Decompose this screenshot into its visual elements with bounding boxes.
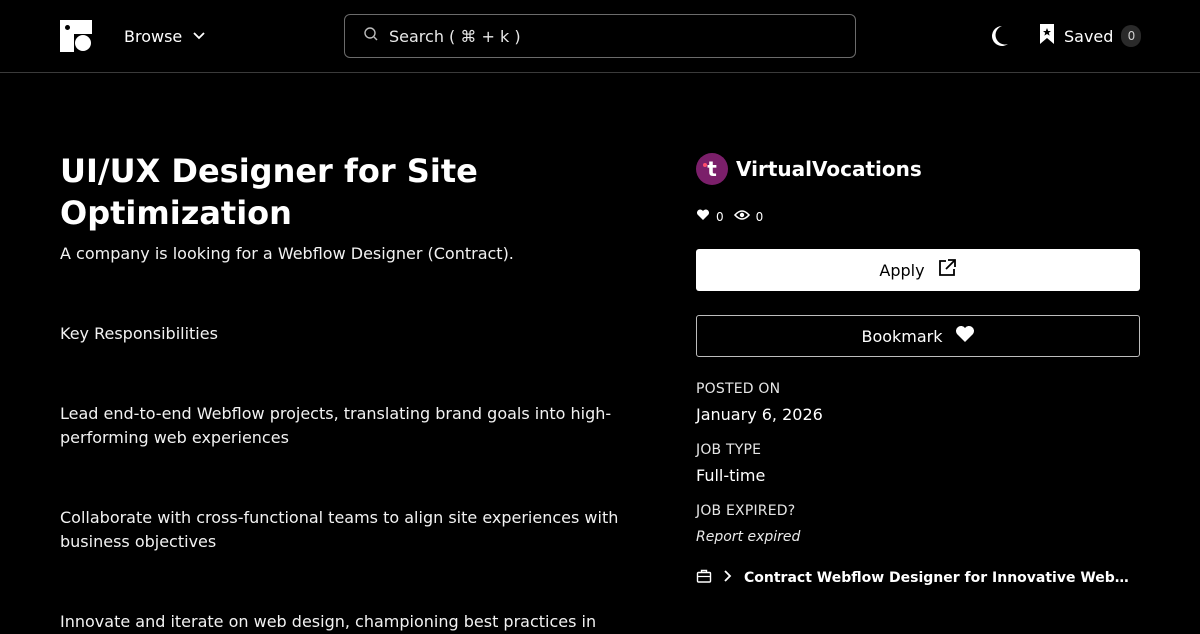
job-type-label: JOB TYPE <box>696 442 762 458</box>
heart-icon <box>955 325 975 347</box>
job-description: UI/UX Designer for Site Optimization A c… <box>60 150 630 634</box>
job-sidebar: t VirtualVocations 0 0 Apply Bookmark PO… <box>696 152 1140 587</box>
svg-text:t: t <box>707 157 717 181</box>
theme-toggle-button[interactable] <box>988 24 1010 48</box>
report-expired-link[interactable]: Report expired <box>696 529 1140 545</box>
saved-button[interactable]: Saved 0 <box>1038 22 1142 50</box>
job-intro: A company is looking for a Webflow Desig… <box>60 244 514 263</box>
responsibility-item: Collaborate with cross-functional teams … <box>60 508 619 551</box>
job-title: UI/UX Designer for Site Optimization <box>60 152 478 232</box>
related-job-title: Contract Webflow Designer for Innovative… <box>744 570 1129 586</box>
search-box[interactable] <box>344 14 856 58</box>
chevron-right-icon <box>722 569 734 587</box>
bookmark-button[interactable]: Bookmark <box>696 315 1140 357</box>
section-heading: Key Responsibilities <box>60 324 218 343</box>
job-type-value: Full-time <box>696 466 766 485</box>
apply-button[interactable]: Apply <box>696 249 1140 291</box>
job-stats: 0 0 <box>696 209 1140 224</box>
saved-count-badge: 0 <box>1121 25 1142 47</box>
logo-icon[interactable] <box>60 20 92 52</box>
heart-icon <box>696 209 710 224</box>
moon-icon <box>988 26 1010 52</box>
likes-count: 0 <box>716 209 724 224</box>
responsibility-item: Lead end-to-end Webflow projects, transl… <box>60 404 612 447</box>
top-navbar: Browse Saved 0 <box>0 0 1200 73</box>
views-stat: 0 <box>733 209 764 224</box>
chevron-down-icon <box>192 27 206 46</box>
saved-label: Saved <box>1064 26 1114 46</box>
related-job-link[interactable]: Contract Webflow Designer for Innovative… <box>696 569 1140 587</box>
company-name: VirtualVocations <box>736 157 922 181</box>
browse-menu-button[interactable]: Browse <box>124 24 206 48</box>
external-link-icon <box>937 258 957 282</box>
apply-label: Apply <box>879 260 925 280</box>
bookmark-label: Bookmark <box>861 326 943 346</box>
briefcase-icon <box>696 569 712 587</box>
posted-on-value: January 6, 2026 <box>696 405 823 424</box>
job-expired-label: JOB EXPIRED? <box>696 503 796 519</box>
responsibility-item: Innovate and iterate on web design, cham… <box>60 612 597 631</box>
eye-icon <box>733 209 750 224</box>
company-logo: t <box>696 153 728 185</box>
bookmark-icon <box>1038 23 1056 49</box>
posted-on-label: POSTED ON <box>696 381 781 397</box>
search-input[interactable] <box>389 26 829 46</box>
views-count: 0 <box>755 209 764 224</box>
company-header[interactable]: t VirtualVocations <box>696 152 1140 186</box>
likes-stat: 0 <box>696 209 724 224</box>
search-icon <box>363 26 379 46</box>
browse-label: Browse <box>124 26 183 46</box>
